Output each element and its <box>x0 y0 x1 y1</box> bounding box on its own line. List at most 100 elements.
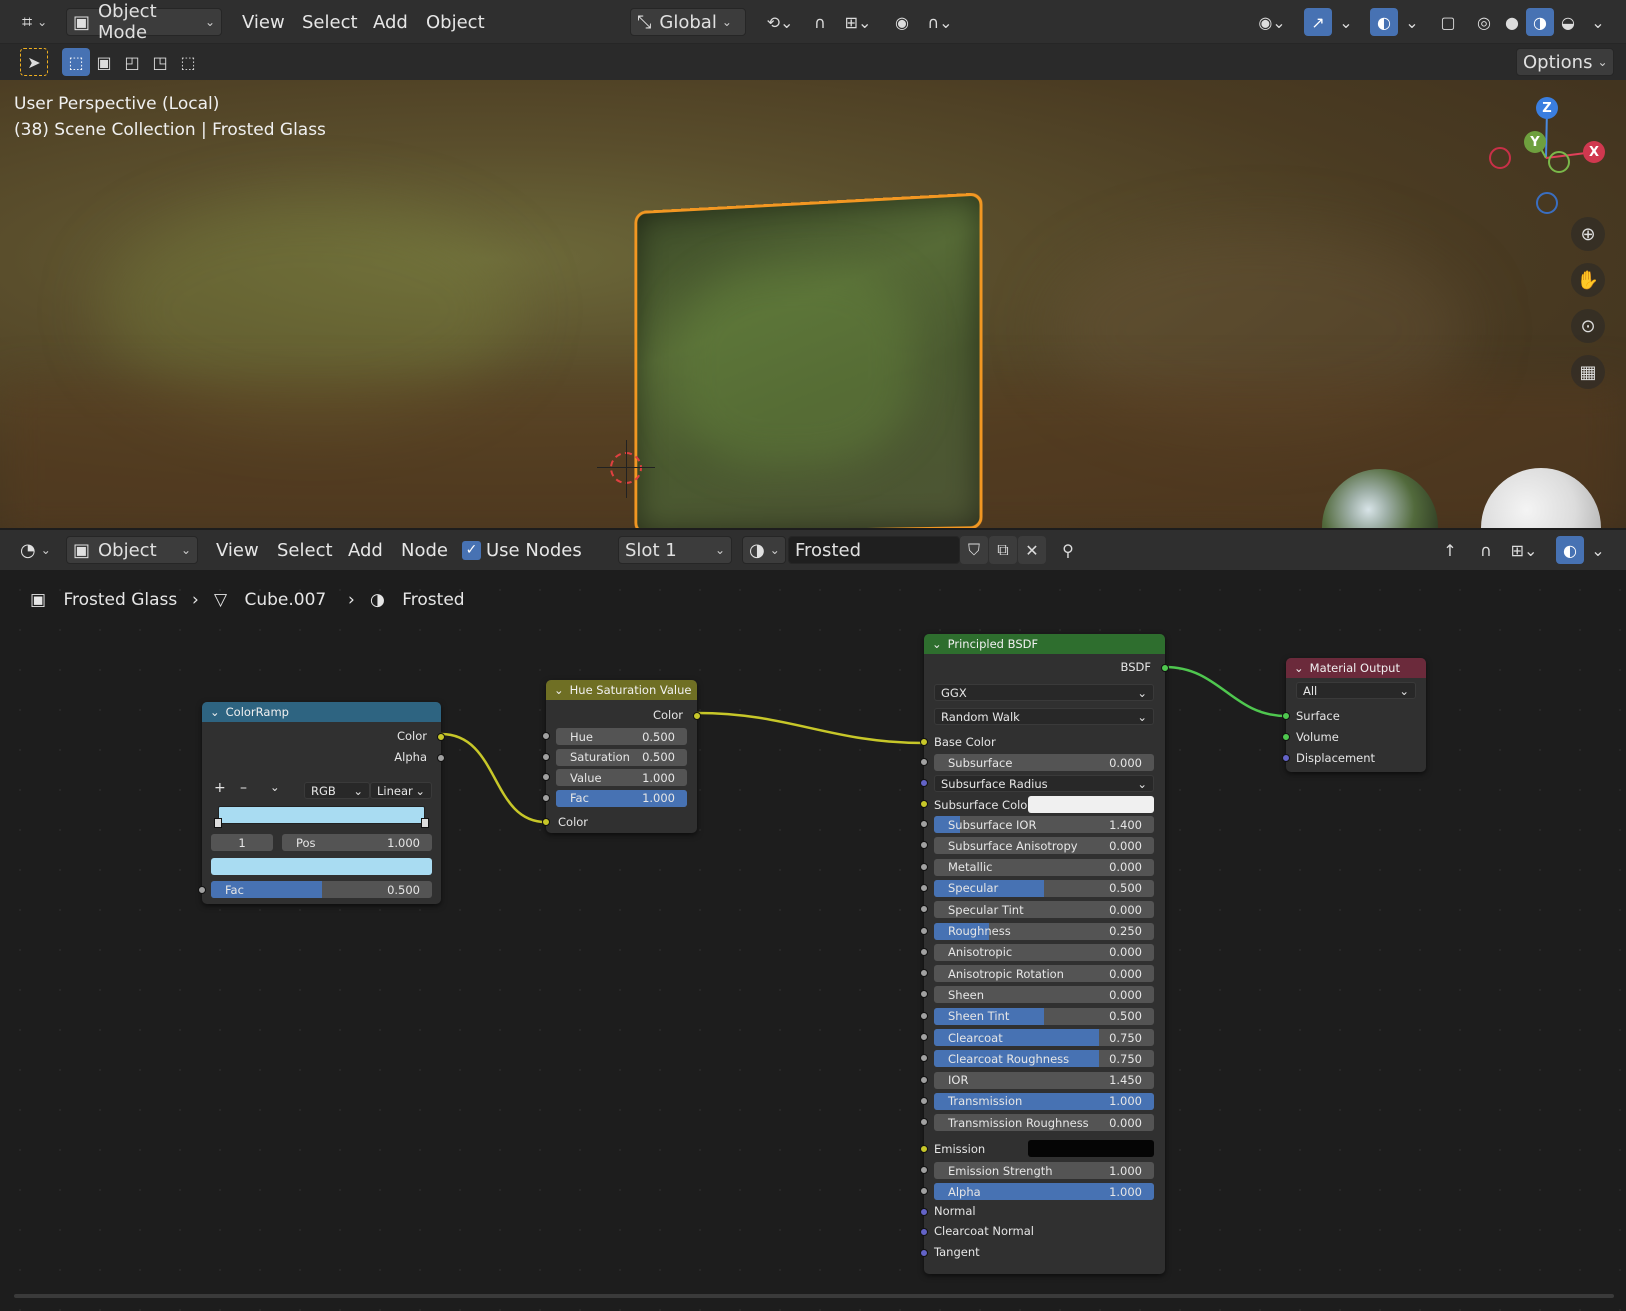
bsdf-transmission-roughness-socket[interactable] <box>920 1118 928 1127</box>
falloff-button[interactable]: ∩⌄ <box>918 8 962 36</box>
normal-socket[interactable] <box>920 1208 928 1216</box>
bsdf-roughness-field[interactable]: Roughness 0.250 <box>934 922 1154 940</box>
tangent-socket[interactable] <box>920 1249 928 1257</box>
menu-add[interactable]: Add <box>348 540 383 561</box>
material-output-node[interactable]: ⌄ Material Output All ⌄ Surface Volume Dis… <box>1282 658 1426 772</box>
parent-node-tree-button[interactable]: ↑ <box>1436 536 1464 564</box>
gizmo-x-axis[interactable]: X <box>1583 141 1605 163</box>
colorramp-header[interactable]: ⌄ ColorRamp <box>202 702 441 722</box>
menu-add[interactable]: Add <box>373 12 408 33</box>
menu-node[interactable]: Node <box>401 540 448 561</box>
node-overlay-options[interactable]: ⌄ <box>1584 536 1612 564</box>
subsurface-method-dropdown[interactable]: Random Walk ⌄ <box>934 708 1154 725</box>
select-mode-extend[interactable]: ▣ <box>90 48 118 76</box>
shading-wireframe[interactable]: ◎ <box>1470 8 1498 36</box>
material-browse-button[interactable]: ◑ ⌄ <box>742 536 786 564</box>
alpha-field[interactable]: Alpha 1.000 <box>934 1183 1154 1200</box>
bsdf-anisotropic-rotation-field[interactable]: Anisotropic Rotation 0.000 <box>934 965 1154 983</box>
subsurface-radius-socket[interactable] <box>920 779 928 787</box>
material-name-field[interactable]: Frosted <box>788 536 960 564</box>
gizmo-y-axis[interactable]: Y <box>1524 131 1546 153</box>
bsdf-clearcoat-field[interactable]: Clearcoat 0.750 <box>934 1029 1154 1046</box>
hsv-hue-field[interactable]: Hue 0.500 <box>556 728 687 745</box>
shader-type-dropdown[interactable]: ▣ Object ⌄ <box>66 536 198 564</box>
gizmo-neg-y[interactable] <box>1548 151 1570 173</box>
use-nodes-checkbox[interactable]: ✓ <box>462 541 481 560</box>
subsurface-field[interactable]: Subsurface 0.000 <box>934 754 1154 771</box>
camera-view-button[interactable]: ⊙ <box>1571 309 1605 343</box>
ramp-menu-chevron-icon[interactable]: ⌄ <box>270 780 280 794</box>
hsv-fac-field[interactable]: Fac 1.000 <box>556 789 687 807</box>
bsdf-specular-tint-socket[interactable] <box>920 905 928 914</box>
colorramp-fac-socket[interactable] <box>198 886 206 894</box>
transform-orientation-dropdown[interactable]: ⤡ Global ⌄ <box>630 8 746 36</box>
bsdf-specular-socket[interactable] <box>920 883 928 892</box>
hsv-value-field[interactable]: Value 1.000 <box>556 769 687 786</box>
gizmo-neg-z[interactable] <box>1536 192 1558 214</box>
ortho-toggle-button[interactable]: ▦ <box>1571 355 1605 389</box>
visibility-button[interactable]: ◉⌄ <box>1250 8 1294 36</box>
bsdf-metallic-socket[interactable] <box>920 862 928 871</box>
colorramp-alpha-socket[interactable] <box>437 754 445 762</box>
select-mode-new[interactable]: ⬚ <box>62 48 90 76</box>
bsdf-anisotropic-socket[interactable] <box>920 947 928 956</box>
bsdf-transmission-socket[interactable] <box>920 1096 928 1105</box>
menu-select[interactable]: Select <box>302 12 358 33</box>
hsv-color-out-socket[interactable] <box>693 712 701 720</box>
collapse-chevron-icon[interactable]: ⌄ <box>554 683 564 697</box>
editor-type-button[interactable]: ⌗ ⌄ <box>16 8 53 36</box>
bsdf-metallic-field[interactable]: Metallic 0.000 <box>934 858 1154 876</box>
bsdf-sheen-tint-field[interactable]: Sheen Tint 0.500 <box>934 1007 1154 1025</box>
subsurface-color-swatch[interactable] <box>1028 796 1154 813</box>
select-mode-intersect[interactable]: ⬚ <box>174 48 202 76</box>
bsdf-roughness-socket[interactable] <box>920 926 928 935</box>
bsdf-transmission-field[interactable]: Transmission 1.000 <box>934 1092 1154 1110</box>
snap-toggle[interactable]: ∩ <box>806 8 834 36</box>
bsdf-ior-field[interactable]: IOR 1.450 <box>934 1071 1154 1089</box>
select-tool-button[interactable]: ➤ <box>20 48 48 76</box>
add-stop-button[interactable]: + <box>214 780 226 796</box>
emission-strength-field[interactable]: Emission Strength 1.000 <box>934 1162 1154 1179</box>
collapse-chevron-icon[interactable]: ⌄ <box>210 705 220 719</box>
fac-field[interactable]: Fac 0.500 <box>211 881 432 898</box>
stop-pos-field[interactable]: Pos 1.000 <box>282 834 432 851</box>
bsdf-clearcoat-roughness-socket[interactable] <box>920 1054 928 1063</box>
shading-material[interactable]: ◑ <box>1526 8 1554 36</box>
hsv-node[interactable]: ⌄ Hue Saturation Value Color Hue 0.500 Satu… <box>542 680 701 833</box>
zoom-button[interactable]: ⊕ <box>1571 217 1605 251</box>
menu-view[interactable]: View <box>242 12 285 33</box>
bsdf-out-socket[interactable] <box>1161 664 1169 672</box>
emission-strength-socket[interactable] <box>920 1166 928 1174</box>
frosted-glass-object[interactable] <box>634 192 983 528</box>
stop-index-field[interactable]: 1 <box>211 834 273 851</box>
3d-viewport[interactable]: User Perspective (Local) (38) Scene Coll… <box>0 80 1626 528</box>
bsdf-subsurface-ior-field[interactable]: Subsurface IOR 1.400 <box>934 816 1154 833</box>
ramp-stop-1[interactable] <box>421 818 429 828</box>
colorramp-color-socket[interactable] <box>437 733 445 741</box>
distribution-dropdown[interactable]: GGX ⌄ <box>934 684 1154 701</box>
hsv-fac-socket[interactable] <box>542 793 550 802</box>
bsdf-transmission-roughness-field[interactable]: Transmission Roughness 0.000 <box>934 1114 1154 1132</box>
surface-socket[interactable] <box>1282 712 1290 720</box>
horizontal-scrollbar[interactable] <box>14 1294 1614 1298</box>
bsdf-sheen-field[interactable]: Sheen 0.000 <box>934 986 1154 1004</box>
menu-object[interactable]: Object <box>426 12 485 33</box>
hsv-hue-socket[interactable] <box>542 732 550 740</box>
gizmo-z-axis[interactable]: Z <box>1536 97 1558 119</box>
shading-options[interactable]: ⌄ <box>1584 8 1612 36</box>
bsdf-anisotropic-field[interactable]: Anisotropic 0.000 <box>934 943 1154 961</box>
bsdf-subsurface-anisotropy-field[interactable]: Subsurface Anisotropy 0.000 <box>934 837 1154 855</box>
duplicate-material-button[interactable]: ⧉ <box>989 536 1017 564</box>
overlay-options[interactable]: ⌄ <box>1398 8 1426 36</box>
clearcoat-normal-socket[interactable] <box>920 1228 928 1236</box>
options-dropdown[interactable]: Options ⌄ <box>1516 48 1614 76</box>
xray-toggle[interactable]: ▢ <box>1434 8 1462 36</box>
base-color-socket[interactable] <box>920 738 928 746</box>
node-snap-options[interactable]: ⊞⌄ <box>1502 536 1546 564</box>
bsdf-sheen-tint-socket[interactable] <box>920 1011 928 1020</box>
menu-view[interactable]: View <box>216 540 259 561</box>
collapse-chevron-icon[interactable]: ⌄ <box>1294 661 1304 675</box>
pan-button[interactable]: ✋ <box>1571 263 1605 297</box>
bsdf-clearcoat-socket[interactable] <box>920 1033 928 1041</box>
hsv-saturation-field[interactable]: Saturation 0.500 <box>556 748 687 766</box>
